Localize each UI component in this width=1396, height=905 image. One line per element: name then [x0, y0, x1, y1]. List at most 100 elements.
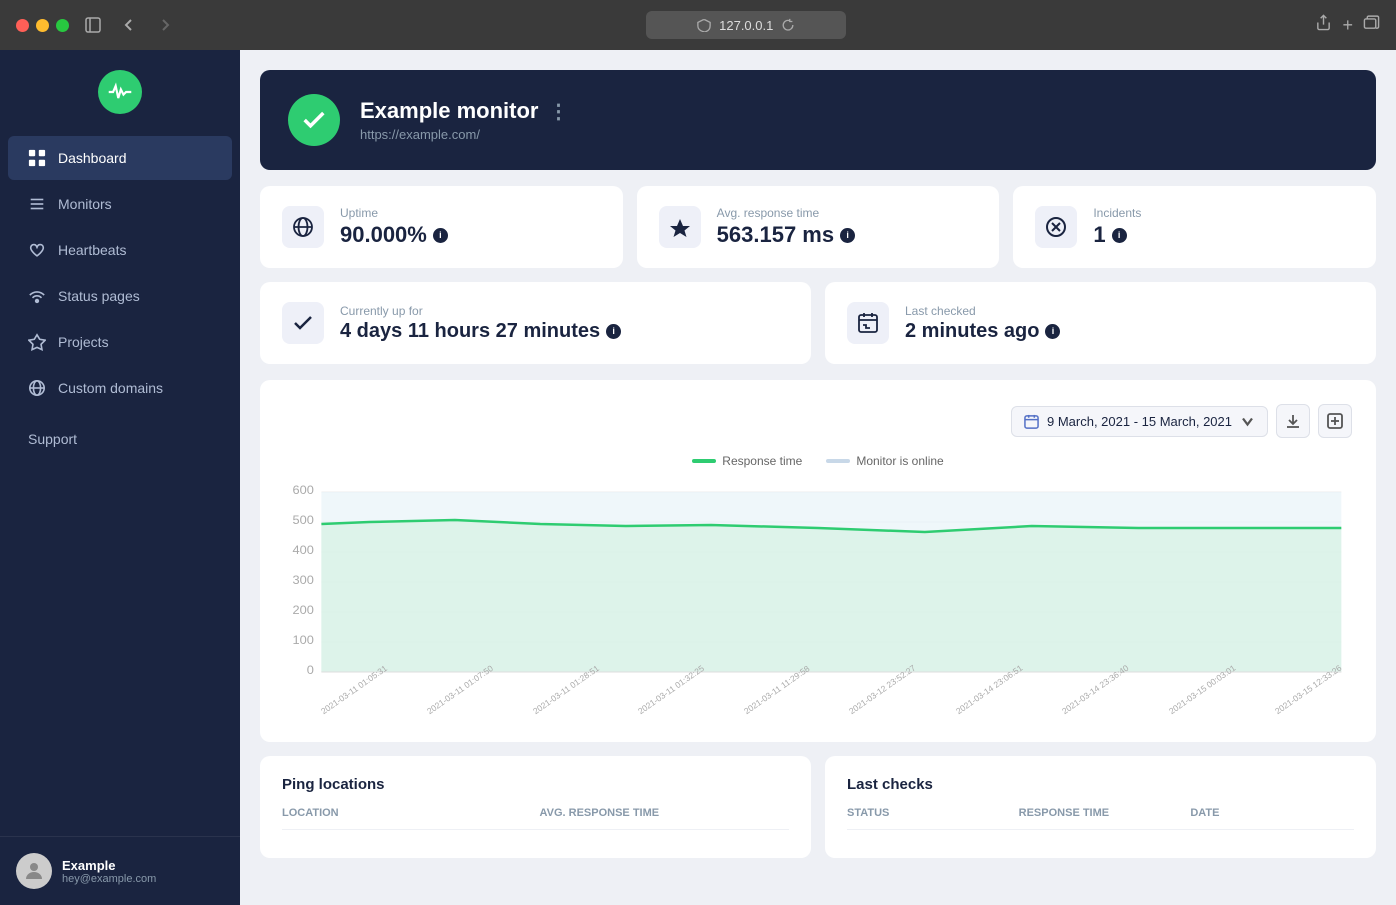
back-button[interactable] [117, 13, 141, 37]
sidebar-item-support[interactable]: Support [8, 418, 232, 460]
incidents-value: 1 i [1093, 222, 1141, 248]
uptime-card: Uptime 90.000% i [260, 186, 623, 268]
monitor-options-button[interactable]: ⋮ [548, 99, 568, 124]
grid-icon [28, 149, 46, 167]
currently-up-value: 4 days 11 hours 27 minutes i [340, 320, 621, 343]
chevron-down-icon [1240, 414, 1255, 429]
sidebar-item-dashboard[interactable]: Dashboard [8, 136, 232, 180]
chart-svg: 600 500 400 300 200 100 0 [284, 482, 1352, 712]
tool-icon [28, 333, 46, 351]
ping-col-location: Location [282, 807, 532, 819]
user-email: hey@example.com [62, 873, 156, 885]
checks-col-date: Date [1190, 807, 1354, 819]
response-time-icon [659, 206, 701, 248]
incidents-info-badge[interactable]: i [1112, 228, 1127, 243]
sidebar-item-label: Dashboard [58, 150, 127, 166]
svg-text:200: 200 [293, 603, 314, 617]
legend-monitor-online-label: Monitor is online [856, 454, 943, 468]
incidents-label: Incidents [1093, 206, 1141, 220]
wifi-icon [28, 287, 46, 305]
sidebar-item-heartbeats[interactable]: Heartbeats [8, 228, 232, 272]
response-info-badge[interactable]: i [840, 228, 855, 243]
date-range-text: 9 March, 2021 - 15 March, 2021 [1047, 414, 1232, 429]
sidebar-toggle-button[interactable] [81, 13, 105, 37]
last-checked-icon [847, 302, 889, 344]
new-tab-icon[interactable]: + [1342, 15, 1353, 36]
last-checked-value: 2 minutes ago i [905, 320, 1060, 343]
ping-locations-card: Ping locations Location Avg. response ti… [260, 756, 811, 858]
logo-icon [98, 70, 142, 114]
sidebar-item-custom-domains[interactable]: Custom domains [8, 366, 232, 410]
uptime-value: 90.000% i [340, 222, 448, 248]
last-checked-card: Last checked 2 minutes ago i [825, 282, 1376, 364]
export-button[interactable] [1318, 404, 1352, 438]
currently-up-info: Currently up for 4 days 11 hours 27 minu… [340, 304, 621, 343]
traffic-light-green[interactable] [56, 19, 69, 32]
svg-text:300: 300 [293, 573, 314, 587]
ping-col-response: Avg. response time [540, 807, 790, 819]
windows-icon[interactable] [1363, 14, 1380, 36]
address-bar-text: 127.0.0.1 [719, 18, 773, 33]
avatar [16, 853, 52, 889]
download-button[interactable] [1276, 404, 1310, 438]
uptime-info: Uptime 90.000% i [340, 206, 448, 248]
app: Dashboard Monitors Heartbeats [0, 50, 1396, 905]
last-checks-card: Last checks Status Response time Date [825, 756, 1376, 858]
traffic-light-yellow[interactable] [36, 19, 49, 32]
main-content: Example monitor ⋮ https://example.com/ U… [240, 50, 1396, 905]
stats-row: Uptime 90.000% i Avg. response time [260, 186, 1376, 268]
monitor-name: Example monitor ⋮ [360, 98, 1348, 124]
user-info: Example hey@example.com [62, 858, 156, 885]
response-time-info: Avg. response time 563.157 ms i [717, 206, 855, 248]
svg-text:500: 500 [293, 513, 314, 527]
chart-controls: 9 March, 2021 - 15 March, 2021 [284, 404, 1352, 438]
sidebar-item-status-pages[interactable]: Status pages [8, 274, 232, 318]
sidebar-user: Example hey@example.com [0, 836, 240, 905]
sidebar-item-projects[interactable]: Projects [8, 320, 232, 364]
traffic-light-red[interactable] [16, 19, 29, 32]
traffic-lights [16, 19, 69, 32]
currently-up-label: Currently up for [340, 304, 621, 318]
sidebar-item-monitors[interactable]: Monitors [8, 182, 232, 226]
uptime-info-badge[interactable]: i [433, 228, 448, 243]
calendar-icon [1024, 414, 1039, 429]
svg-text:100: 100 [293, 633, 314, 647]
incidents-card: Incidents 1 i [1013, 186, 1376, 268]
response-time-label: Avg. response time [717, 206, 855, 220]
chart-section: 9 March, 2021 - 15 March, 2021 [260, 380, 1376, 742]
checks-col-status: Status [847, 807, 1011, 819]
share-icon[interactable] [1315, 14, 1332, 36]
status-row: Currently up for 4 days 11 hours 27 minu… [260, 282, 1376, 364]
currently-up-card: Currently up for 4 days 11 hours 27 minu… [260, 282, 811, 364]
last-checked-info-badge[interactable]: i [1045, 324, 1060, 339]
heart-icon [28, 241, 46, 259]
ping-locations-title: Ping locations [282, 776, 789, 793]
refresh-icon[interactable] [781, 18, 795, 32]
browser-actions: + [1315, 14, 1380, 36]
chart-x-labels: 2021-03-11 01:05:31 2021-03-11 01:07:50 … [284, 708, 1352, 718]
legend-response-time-label: Response time [722, 454, 802, 468]
sidebar-item-label: Custom domains [58, 380, 163, 396]
sidebar-item-label: Status pages [58, 288, 140, 304]
checks-table-header: Status Response time Date [847, 807, 1354, 830]
uptime-label: Uptime [340, 206, 448, 220]
response-time-value: 563.157 ms i [717, 222, 855, 248]
currently-up-info-badge[interactable]: i [606, 324, 621, 339]
legend-response-time-color [692, 459, 716, 463]
chart-legend: Response time Monitor is online [284, 454, 1352, 468]
incidents-icon [1035, 206, 1077, 248]
shield-icon [697, 18, 711, 32]
sidebar-item-label: Projects [58, 334, 109, 350]
legend-response-time: Response time [692, 454, 802, 468]
legend-monitor-online: Monitor is online [826, 454, 943, 468]
date-picker[interactable]: 9 March, 2021 - 15 March, 2021 [1011, 406, 1268, 437]
monitor-header: Example monitor ⋮ https://example.com/ [260, 70, 1376, 170]
bottom-section: Ping locations Location Avg. response ti… [260, 756, 1376, 858]
response-time-card: Avg. response time 563.157 ms i [637, 186, 1000, 268]
monitor-url: https://example.com/ [360, 127, 1348, 142]
incidents-info: Incidents 1 i [1093, 206, 1141, 248]
globe-icon [28, 379, 46, 397]
checks-col-response: Response time [1019, 807, 1183, 819]
list-icon [28, 195, 46, 213]
forward-button[interactable] [153, 13, 177, 37]
